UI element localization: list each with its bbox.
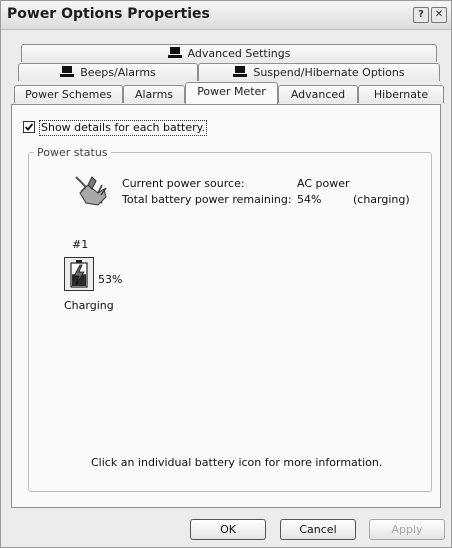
show-details-checkbox[interactable] xyxy=(23,121,35,133)
power-status-group-label: Power status xyxy=(34,146,111,159)
cancel-button[interactable]: Cancel xyxy=(280,519,356,540)
battery-1-button[interactable] xyxy=(64,257,94,291)
power-options-window: Power Options Properties ? ✕ Advanced Se… xyxy=(0,0,452,548)
battery-hint-text: Click an individual battery icon for mor… xyxy=(91,456,383,469)
total-remaining-state: (charging) xyxy=(353,193,410,206)
tab-beeps-alarms[interactable]: Beeps/Alarms xyxy=(18,63,198,81)
show-details-label[interactable]: Show details for each battery. xyxy=(39,120,208,136)
help-button[interactable]: ? xyxy=(413,7,429,23)
tab-row-3: Power Schemes Alarms Power Meter Advance… xyxy=(14,82,444,104)
window-title: Power Options Properties xyxy=(7,6,210,22)
ok-button[interactable]: OK xyxy=(190,519,266,540)
ac-power-plug-icon xyxy=(75,176,107,206)
laptop-icon xyxy=(233,66,248,77)
tab-label: Beeps/Alarms xyxy=(80,66,156,79)
current-source-value: AC power xyxy=(297,177,350,190)
tab-advanced-settings[interactable]: Advanced Settings xyxy=(21,44,437,62)
checkmark-icon xyxy=(24,123,34,131)
laptop-icon xyxy=(60,66,75,77)
battery-number: #1 xyxy=(72,238,89,251)
tab-row-1: Advanced Settings xyxy=(21,44,437,63)
tab-row-2: Beeps/Alarms Suspend/Hibernate Options xyxy=(18,63,440,82)
current-source-label: Current power source: xyxy=(122,177,245,190)
battery-percent: 53% xyxy=(98,273,123,286)
total-remaining-label: Total battery power remaining: xyxy=(122,193,292,206)
tab-label: Suspend/Hibernate Options xyxy=(253,66,405,79)
title-bar[interactable]: Power Options Properties ? ✕ xyxy=(1,1,451,30)
laptop-icon xyxy=(167,47,182,58)
tab-power-schemes[interactable]: Power Schemes xyxy=(14,85,123,103)
tab-power-meter[interactable]: Power Meter xyxy=(185,82,278,104)
tab-alarms[interactable]: Alarms xyxy=(123,85,185,103)
tab-hibernate[interactable]: Hibernate xyxy=(358,85,444,103)
battery-status: Charging xyxy=(64,299,114,312)
tab-advanced[interactable]: Advanced xyxy=(278,85,358,103)
tab-label: Advanced Settings xyxy=(187,47,291,60)
apply-button[interactable]: Apply xyxy=(369,519,445,540)
total-remaining-value: 54% xyxy=(297,193,322,206)
close-button[interactable]: ✕ xyxy=(431,7,447,23)
battery-charging-icon xyxy=(70,260,88,288)
tab-suspend-hibernate-options[interactable]: Suspend/Hibernate Options xyxy=(198,63,440,81)
